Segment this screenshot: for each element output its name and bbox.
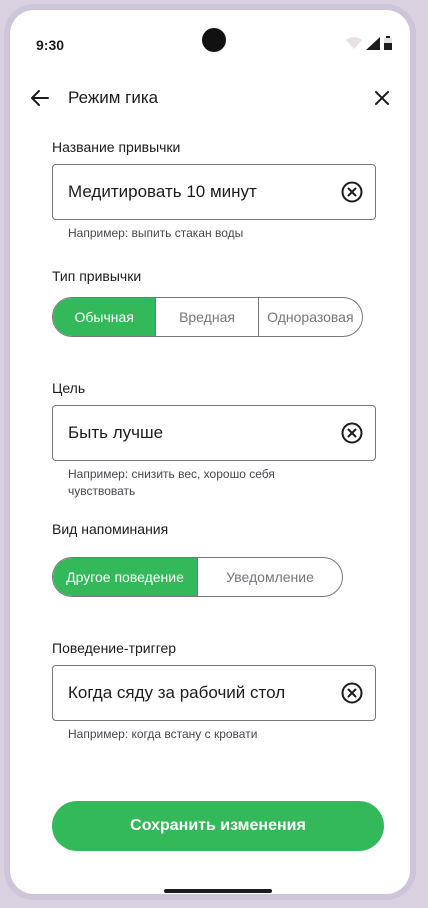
habit-type-segmented: Обычная Вредная Одноразовая (52, 297, 363, 337)
save-changes-button[interactable]: Сохранить изменения (52, 801, 384, 851)
trigger-label: Поведение-триггер (52, 640, 177, 656)
battery-icon (384, 36, 392, 50)
goal-field[interactable] (52, 405, 376, 461)
device-frame: 9:30 Режим гика Название привычки Наприм… (4, 4, 416, 900)
arrow-back-icon (31, 90, 49, 106)
trigger-field[interactable] (52, 665, 376, 721)
habit-type-label: Тип привычки (52, 268, 142, 284)
goal-input[interactable] (68, 406, 328, 460)
home-indicator (164, 889, 272, 893)
status-time: 9:30 (36, 37, 65, 53)
reminder-type-segmented: Другое поведение Уведомление (52, 557, 343, 597)
habit-name-hint: Например: выпить стакан воды (68, 226, 244, 240)
goal-hint: Например: снизить вес, хорошо себя чувст… (68, 467, 275, 498)
close-button[interactable] (368, 84, 396, 112)
clear-icon[interactable] (341, 682, 363, 704)
signal-icon (366, 36, 380, 50)
page-title: Режим гика (68, 88, 159, 107)
wifi-icon (346, 37, 362, 49)
goal-label: Цель (52, 380, 86, 396)
habit-type-option-onetime[interactable]: Одноразовая (257, 298, 362, 336)
habit-name-field[interactable] (52, 164, 376, 220)
status-icons (346, 36, 392, 50)
habit-name-label: Название привычки (52, 139, 181, 155)
close-icon (375, 91, 389, 105)
trigger-hint: Например: когда встану с кровати (68, 727, 258, 741)
reminder-option-behavior[interactable]: Другое поведение (53, 558, 197, 596)
reminder-option-notification[interactable]: Уведомление (197, 558, 342, 596)
habit-type-option-regular[interactable]: Обычная (53, 298, 156, 336)
clear-icon[interactable] (341, 422, 363, 444)
clear-icon[interactable] (341, 181, 363, 203)
habit-type-option-harmful[interactable]: Вредная (155, 298, 257, 336)
habit-name-input[interactable] (68, 165, 328, 219)
back-button[interactable] (26, 84, 54, 112)
trigger-input[interactable] (68, 666, 328, 720)
camera-cutout (202, 28, 226, 52)
reminder-type-label: Вид напоминания (52, 521, 169, 537)
screen: 9:30 Режим гика Название привычки Наприм… (10, 10, 410, 894)
